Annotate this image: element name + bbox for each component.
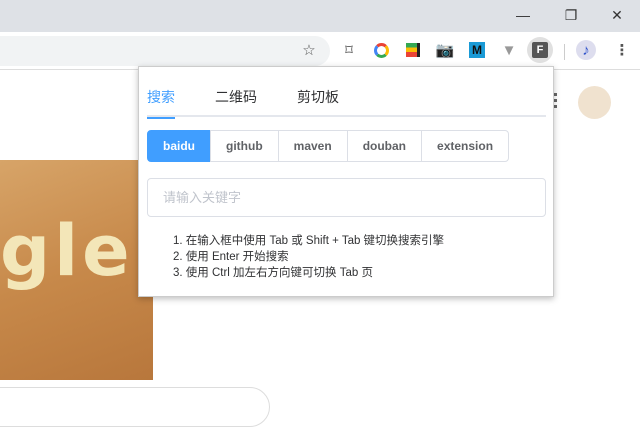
music-profile-icon[interactable]: ♪ xyxy=(576,40,596,60)
engine-baidu-button[interactable]: baidu xyxy=(147,130,211,162)
search-input[interactable] xyxy=(147,178,546,217)
popup-tabs: 搜索 二维码 剪切板 xyxy=(147,85,546,119)
f-extension-icon[interactable]: F xyxy=(527,37,553,63)
v-extension-icon[interactable]: ▼ xyxy=(499,40,519,60)
tip-item: 3. 使用 Ctrl 加左右方向键可切换 Tab 页 xyxy=(173,267,373,279)
stack-extension-icon[interactable] xyxy=(403,40,423,60)
m-extension-icon[interactable]: M xyxy=(467,40,487,60)
browser-toolbar: ☆ ⌑ 📷 M ▼ F ♪ ⋮ xyxy=(0,32,640,70)
engine-douban-button[interactable]: douban xyxy=(346,130,423,162)
engine-extension-button[interactable]: extension xyxy=(421,130,510,162)
toolbar-divider xyxy=(564,44,565,60)
title-bar: — ❐ ✕ xyxy=(0,0,640,32)
close-window-button[interactable]: ✕ xyxy=(594,0,640,30)
tip-item: 1. 在输入框中使用 Tab 或 Shift + Tab 键切换搜索引擎 xyxy=(173,235,445,247)
star-icon[interactable]: ☆ xyxy=(299,40,319,60)
address-bar[interactable] xyxy=(0,36,330,66)
google-doodle[interactable]: gle xyxy=(0,160,153,380)
tab-search[interactable]: 搜索 xyxy=(147,87,175,119)
engine-maven-button[interactable]: maven xyxy=(277,130,348,162)
chrome-ring-extension-icon[interactable] xyxy=(371,40,391,60)
google-search-box[interactable] xyxy=(0,387,270,427)
minimize-button[interactable]: — xyxy=(500,0,546,30)
bookmark-icon[interactable]: ⌑ xyxy=(339,40,359,60)
extension-popup: 搜索 二维码 剪切板 baidu github maven douban ext… xyxy=(138,66,554,297)
doodle-text: gle xyxy=(0,210,134,292)
avatar[interactable] xyxy=(578,86,611,119)
tab-qrcode[interactable]: 二维码 xyxy=(215,87,257,117)
tab-clipboard[interactable]: 剪切板 xyxy=(297,87,339,117)
menu-icon[interactable]: ⋮ xyxy=(612,40,632,60)
engine-selector: baidu github maven douban extension xyxy=(147,130,510,162)
engine-github-button[interactable]: github xyxy=(210,130,279,162)
camera-extension-icon[interactable]: 📷 xyxy=(435,40,455,60)
usage-tips: 1. 在输入框中使用 Tab 或 Shift + Tab 键切换搜索引擎 2. … xyxy=(173,233,444,281)
restore-button[interactable]: ❐ xyxy=(548,0,594,30)
tip-item: 2. 使用 Enter 开始搜索 xyxy=(173,251,289,263)
